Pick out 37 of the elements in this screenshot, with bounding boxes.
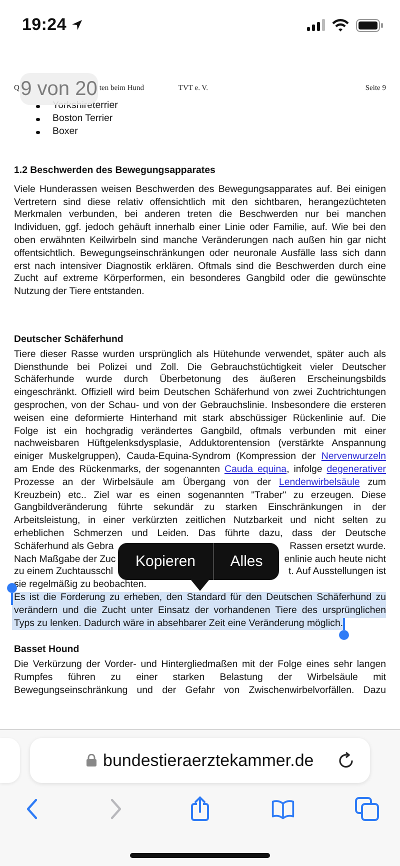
cellular-signal-icon bbox=[307, 19, 325, 31]
paragraph: Tiere dieser Rasse wurden ursprünglich als Hütehunde verwendet, später auch als Diensthunde bei Polizei und Zoll. Die Gebrauchstüchtigkeit vieler Deutscher Schäferhunde wurde durch Überbetonung des äußeren Erscheinungsbilds eingeschränkt. Offiziell wird beim Deutschen Schäferhund von zwei Zuchtrichtungen gesprochen, von der Schau- und von der Gebrauchslinie. Insbesondere die ersteren weisen eine deformierte Hinterhand mit stark abschüssiger Rückenlinie auf. Die Folge ist ein hochgradig verändertes Gangbild, oftmals verbunden mit einer nachweisbaren Hüftgelenksdysplasie, Adduktorentension (verstärkte Anspannung einiger Muskelgruppen), Cauda-Equina-Syndrom (Kompression der Nervenwurzeln am Ende des Rückenmarks, der sogenannten Cauda equina, infolge degenerativer Prozesse an der Wirbelsäule am Übergang von der Lendenwirbelsäule zum Kreuzbein) etc.. Ziel war es einen sogenannten "Traber" zu erzeugen. Diese Gangbildveränderung führte sekundär zu starken Einschränkungen in der Arbeitsleistung, in einer verkürzten zeitlichen Nutzbarkeit und nicht selten zu erheblichen Schmerzen und Leiden. Das führte dazu, dass der Deutsche bbox=[14, 348, 386, 541]
subheading: Deutscher Schäferhund bbox=[14, 334, 124, 347]
lock-icon bbox=[86, 754, 97, 767]
paragraph: Die Verkürzung der Vorder- und Hintergliedmaßen mit der Folge eines sehr langen Rumpfes führen zu einer starken Belastung der Wirbelsäule mit Bewegungseinschränkung und der Gefahr von Zwischenwirbelvorfällen. Dazu bbox=[14, 659, 386, 698]
text-fragment: Nach Maßgabe der Zuc bbox=[14, 554, 116, 566]
text-link[interactable]: degenerativer bbox=[326, 464, 386, 475]
url-text: bundestieraerztekammer.de bbox=[103, 750, 314, 770]
back-icon[interactable] bbox=[25, 798, 39, 820]
text-link[interactable]: Nervenwurzeln bbox=[321, 451, 386, 462]
bullet-icon bbox=[36, 118, 40, 122]
location-arrow-icon bbox=[71, 19, 84, 31]
text-link[interactable]: Lendenwirbelsäule bbox=[278, 476, 360, 488]
menu-item[interactable]: Alles bbox=[213, 543, 279, 580]
text-fragment: Rassen ersetzt wurde. bbox=[290, 540, 386, 554]
paragraph: Viele Hunderassen weisen Beschwerden des Bewegungsapparates auf. Bei einigen Vertretern sind diese relativ offensichtlich mit den sichtbaren, herangezüchteten Merkmalen verbunden, bei anderen treten die Beschwerden nur bei manchen Individuen, ggf. jedoch gehäuft innerhalb einer Linie oder Familie, auf. Wie bei den oben erwähnten Keilwirbeln sind manche Veränderungen nach außen hin gar nicht offentsichtlich. Bewegungseinschränkungen oder neuronale Ausfälle lass sich dann erst nach intensiver Diagnostik erklären. Oftmals sind die Beschwerden durch eine Zucht auf extreme Körperformen, ein besonderes Gangbild oder die gewünschte Nutzung der Tiere entstanden. bbox=[14, 184, 386, 299]
text-fragment: t. Auf Ausstellungen ist bbox=[288, 566, 386, 580]
list-item: Boxer bbox=[52, 126, 78, 139]
share-icon[interactable] bbox=[190, 796, 210, 822]
text-fragment: zu einem Zuchtausschl bbox=[14, 566, 114, 580]
bullet-icon bbox=[36, 130, 40, 134]
text-link[interactable]: Cauda equina bbox=[224, 464, 287, 475]
reload-icon[interactable] bbox=[338, 752, 355, 769]
menu-item[interactable]: Kopieren bbox=[118, 543, 213, 580]
open-book-icon[interactable] bbox=[271, 798, 296, 820]
clock-time: 19:24 bbox=[22, 15, 66, 35]
text-fragment: Schäferhund als Gebra bbox=[14, 540, 114, 554]
subheading: Basset Hound bbox=[14, 644, 80, 658]
text-fragment: enlinie auch heute nicht bbox=[284, 554, 386, 566]
address-field[interactable]: bundestieraerztekammer.de bbox=[30, 738, 370, 783]
wifi-icon bbox=[332, 18, 349, 32]
section-heading: 1.2 Beschwerden des Bewegungsapparates bbox=[14, 165, 216, 178]
list-item: Boston Terrier bbox=[52, 113, 113, 126]
paragraph: Es ist die Forderung zu erheben, den Standard für den Deutschen Schäferhund zu verändern und die Zucht unter Einsatz der vorhandenen Tiere des ursprünglichen Typs zu lenken. Dadurch wäre in absehbarer Zeit eine Veränderung möglich. bbox=[14, 592, 386, 630]
list-item: Yorkshireterrier bbox=[52, 100, 118, 113]
battery-icon bbox=[356, 18, 383, 32]
tabs-icon[interactable] bbox=[355, 797, 379, 821]
